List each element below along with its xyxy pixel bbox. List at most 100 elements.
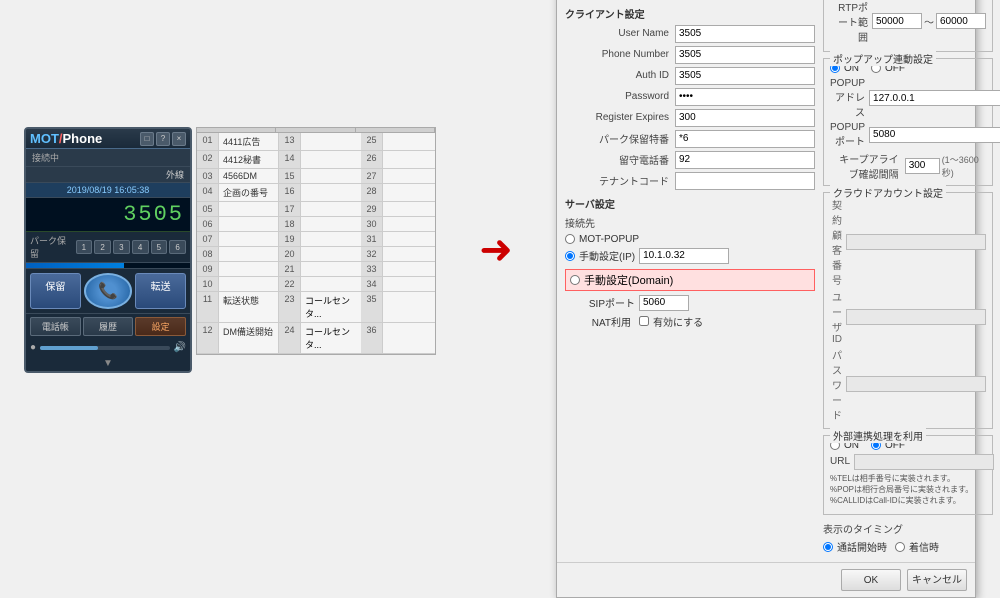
sd-name-10[interactable] (219, 277, 279, 291)
action-buttons: 保留 📞 転送 (26, 269, 190, 314)
sd-name-32[interactable] (383, 247, 435, 261)
cloud-account-input[interactable] (846, 234, 986, 250)
park-btn-2[interactable]: 2 (94, 240, 111, 254)
popup-port-input[interactable] (869, 127, 1000, 143)
sd-name-36[interactable] (383, 323, 435, 353)
volume-slider[interactable] (40, 346, 170, 350)
datetime-display: 2019/08/19 16:05:38 (26, 183, 190, 198)
sd-num-17: 17 (279, 202, 301, 216)
user-name-input[interactable] (675, 25, 815, 43)
password-input[interactable] (675, 88, 815, 106)
sd-name-12[interactable]: DM備送開始 (219, 323, 279, 353)
sd-num-13: 13 (279, 133, 301, 150)
sd-name-04[interactable]: 企画の番号 (219, 184, 279, 201)
expand-arrow[interactable]: ▼ (26, 356, 190, 371)
park-btn-3[interactable]: 3 (113, 240, 130, 254)
settings-button[interactable]: 設定 (135, 317, 186, 336)
timing-call-start-radio[interactable] (823, 542, 833, 552)
phonebook-button[interactable]: 電話帳 (30, 317, 81, 336)
park-row: パーク保留 1 2 3 4 5 6 (26, 232, 190, 263)
sd-num-31: 31 (361, 232, 383, 246)
park-special-input[interactable] (675, 130, 815, 148)
sd-name-34[interactable] (383, 277, 435, 291)
timing-incoming-radio[interactable] (895, 542, 905, 552)
sd-name-01[interactable]: 4411広告 (219, 133, 279, 150)
keepalive-input[interactable] (905, 158, 940, 174)
sd-name-14[interactable] (301, 151, 361, 168)
sd-name-03[interactable]: 4566DM (219, 169, 279, 183)
timing-incoming-label: 着信時 (909, 539, 939, 554)
dialog-right-column: ポート設定 クライアントSIPポート RTPポート範囲 〜 ポップアップ連動設定 (823, 0, 993, 554)
history-button[interactable]: 履歴 (83, 317, 134, 336)
rtp-to-input[interactable] (936, 13, 986, 29)
phone-number-input[interactable] (675, 46, 815, 64)
call-button[interactable]: 📞 (84, 273, 133, 309)
sd-name-21[interactable] (301, 262, 361, 276)
url-input[interactable] (854, 454, 994, 470)
sd-name-17[interactable] (301, 202, 361, 216)
sd-name-26[interactable] (383, 151, 435, 168)
register-expires-input[interactable] (675, 109, 815, 127)
transfer-button[interactable]: 転送 (135, 273, 186, 309)
cloud-password-input[interactable] (846, 376, 986, 392)
sd-name-11[interactable]: 転送状態 (219, 292, 279, 322)
auth-id-input[interactable] (675, 67, 815, 85)
park-btn-1[interactable]: 1 (76, 240, 93, 254)
ok-button[interactable]: OK (841, 569, 901, 591)
connection-status: 接続中 (32, 151, 59, 164)
sd-name-25[interactable] (383, 133, 435, 150)
sd-name-35[interactable] (383, 292, 435, 322)
sd-name-07[interactable] (219, 232, 279, 246)
sd-row-12: 12 DM備送開始 24 コールセンタ... 36 (197, 323, 435, 354)
sd-name-31[interactable] (383, 232, 435, 246)
hold-button[interactable]: 保留 (30, 273, 81, 309)
sd-name-29[interactable] (383, 202, 435, 216)
close-button[interactable]: × (172, 132, 186, 146)
cancel-button[interactable]: キャンセル (907, 569, 967, 591)
sd-name-23[interactable]: コールセンタ... (301, 292, 361, 322)
sd-name-20[interactable] (301, 247, 361, 261)
park-special-label: パーク保留特番 (565, 131, 675, 146)
sd-name-27[interactable] (383, 169, 435, 183)
sd-name-05[interactable] (219, 202, 279, 216)
register-expires-row: Register Expires (565, 109, 815, 127)
phone-number-row: Phone Number (565, 46, 815, 64)
sip-port-input[interactable] (639, 295, 689, 311)
voicemail-input[interactable] (675, 151, 815, 169)
rtp-from-input[interactable] (872, 13, 922, 29)
sd-name-33[interactable] (383, 262, 435, 276)
radio-manual-domain[interactable] (570, 275, 580, 285)
sd-row-10: 10 22 34 (197, 277, 435, 292)
park-btn-5[interactable]: 5 (151, 240, 168, 254)
help-button[interactable]: ? (156, 132, 170, 146)
radio-mot-popup[interactable] (565, 234, 575, 244)
sd-name-18[interactable] (301, 217, 361, 231)
sd-name-02[interactable]: 4412秘書 (219, 151, 279, 168)
sd-num-07: 07 (197, 232, 219, 246)
cloud-userid-input[interactable] (846, 309, 986, 325)
sd-name-16[interactable] (301, 184, 361, 201)
park-btn-4[interactable]: 4 (132, 240, 149, 254)
timing-options: 通話開始時 着信時 (823, 539, 993, 554)
sd-name-28[interactable] (383, 184, 435, 201)
sd-name-09[interactable] (219, 262, 279, 276)
popup-addr-input[interactable] (869, 90, 1000, 106)
sd-name-08[interactable] (219, 247, 279, 261)
mot-text: MOT (30, 131, 59, 146)
tenant-input[interactable] (675, 172, 815, 190)
sd-name-24[interactable]: コールセンタ... (301, 323, 361, 353)
sd-name-13[interactable] (301, 133, 361, 150)
sd-row-3: 03 4566DM 15 27 (197, 169, 435, 184)
radio-domain-row-highlighted: 手動設定(Domain) (565, 269, 815, 291)
minimize-button[interactable]: □ (140, 132, 154, 146)
nat-checkbox[interactable] (639, 316, 649, 326)
park-btn-6[interactable]: 6 (169, 240, 186, 254)
radio-manual-ip[interactable] (565, 251, 575, 261)
sd-name-06[interactable] (219, 217, 279, 231)
sd-name-19[interactable] (301, 232, 361, 246)
radio-manual-ip-label: 手動設定(IP) (579, 248, 635, 263)
sd-name-15[interactable] (301, 169, 361, 183)
sd-name-30[interactable] (383, 217, 435, 231)
sd-name-22[interactable] (301, 277, 361, 291)
ip-address-input[interactable] (639, 248, 729, 264)
